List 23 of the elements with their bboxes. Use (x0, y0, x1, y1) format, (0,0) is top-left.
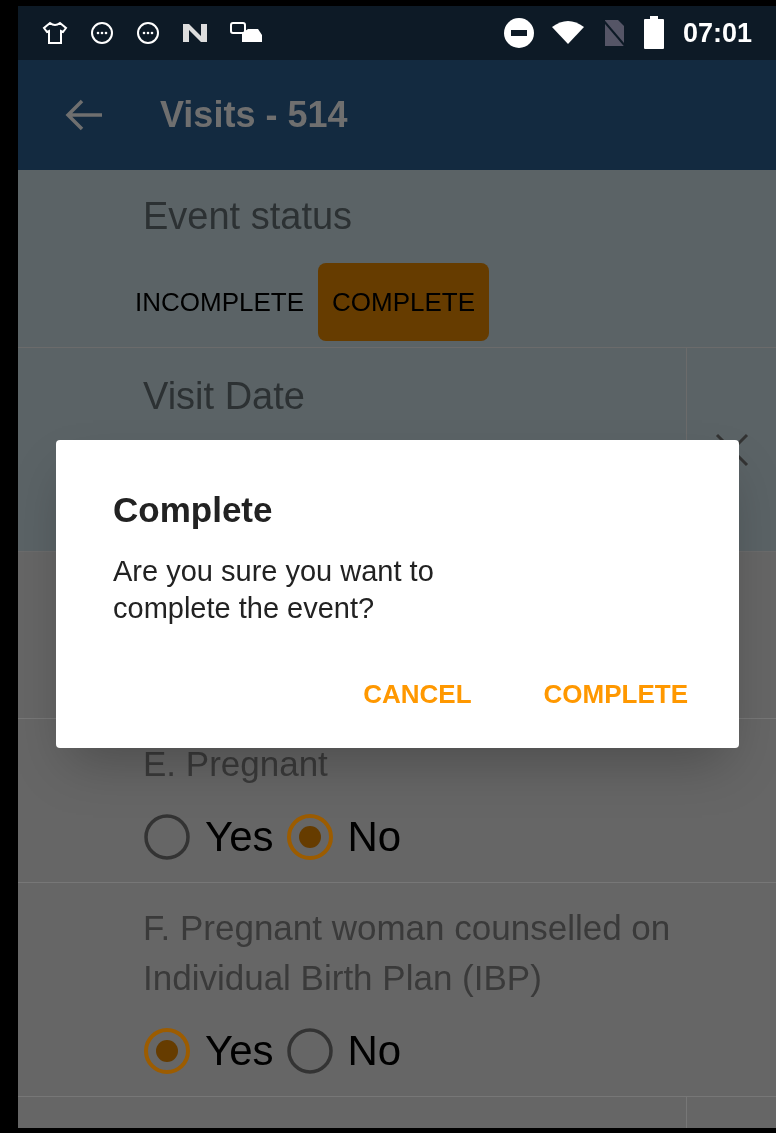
chat-bubble-icon (90, 21, 114, 45)
radio-option[interactable]: No (285, 805, 402, 868)
radio-option[interactable]: No (285, 1019, 402, 1082)
dialog-message: Are you sure you want to complete the event? (113, 553, 435, 626)
battery-icon (642, 16, 665, 50)
wifi-icon (550, 20, 585, 46)
radio-icon[interactable] (143, 1026, 191, 1075)
dialog-button[interactable]: CANCEL (347, 666, 488, 722)
radio-icon[interactable] (285, 812, 334, 861)
radio-option[interactable]: Yes (143, 805, 274, 868)
status-toggle[interactable]: INCOMPLETE (133, 263, 307, 341)
radio-option[interactable]: Yes (143, 1019, 274, 1082)
status-toggle[interactable]: COMPLETE (318, 263, 490, 341)
n-logo-icon (182, 22, 208, 44)
dialog-title: Complete (113, 489, 274, 531)
t-shirt-icon (42, 21, 68, 45)
clock-time: 07:01 (682, 16, 752, 50)
radio-icon[interactable] (285, 1026, 334, 1075)
do-not-disturb-icon (502, 17, 535, 49)
dialog-button[interactable]: COMPLETE (527, 666, 704, 722)
chat-bubble-icon (136, 21, 160, 45)
app-bar-title: Visits - 514 (160, 93, 348, 137)
radio-icon[interactable] (143, 812, 191, 861)
